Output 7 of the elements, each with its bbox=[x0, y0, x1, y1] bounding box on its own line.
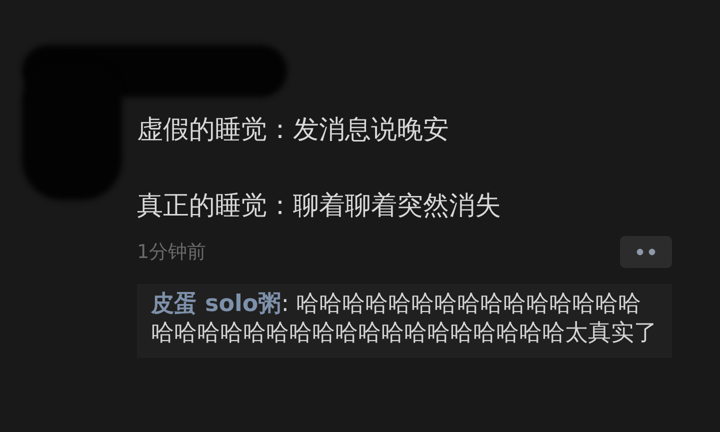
timestamp: 1分钟前 bbox=[137, 240, 206, 265]
comment-author[interactable]: 皮蛋 solo粥 bbox=[151, 291, 282, 317]
dots-icon bbox=[636, 248, 656, 256]
comment-text: 皮蛋 solo粥: 哈哈哈哈哈哈哈哈哈哈哈哈哈哈哈哈哈哈哈哈哈哈哈哈哈哈哈哈哈哈哈哈哈太真实了 bbox=[151, 290, 658, 348]
post-text: 虚假的睡觉：发消息说晚安 bbox=[137, 114, 450, 147]
post-text: 真正的睡觉：聊着聊着突然消失 bbox=[137, 190, 502, 223]
more-button[interactable] bbox=[620, 236, 672, 268]
